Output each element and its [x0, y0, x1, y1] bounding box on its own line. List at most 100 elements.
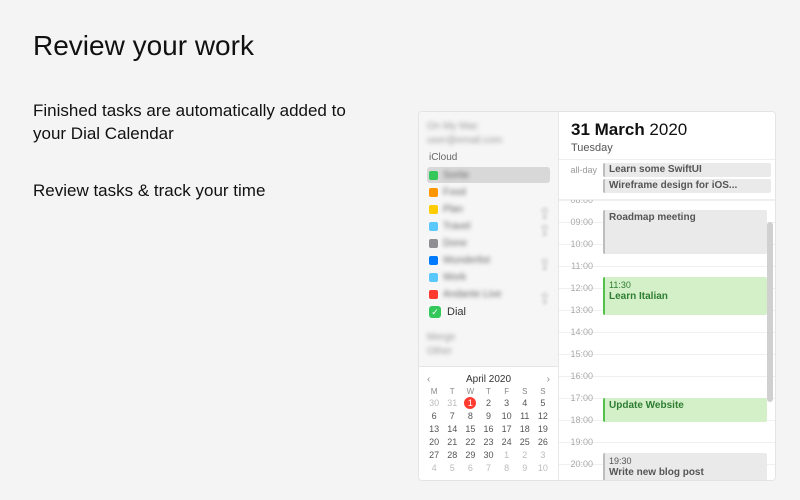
mini-day[interactable]: 20: [425, 436, 443, 448]
mini-day[interactable]: 28: [443, 449, 461, 461]
color-dot-icon: [429, 273, 438, 282]
mini-day[interactable]: 1: [498, 449, 516, 461]
mini-day[interactable]: 21: [443, 436, 461, 448]
allday-event[interactable]: Wireframe design for iOS...: [603, 179, 771, 193]
day-date: 31 March 2020: [571, 120, 765, 140]
mini-day[interactable]: 11: [516, 410, 534, 422]
sidebar-item-label: Sortie: [443, 170, 469, 181]
sidebar-item-label: Wunderlist: [443, 255, 490, 266]
allday-label: all-day: [563, 163, 603, 175]
mini-day[interactable]: 9: [479, 410, 497, 422]
calendar-event[interactable]: 19:30Write new blog post: [603, 453, 767, 480]
mini-day[interactable]: 23: [479, 436, 497, 448]
mini-day[interactable]: 3: [498, 397, 516, 409]
event-title: Update Website: [609, 400, 763, 412]
sidebar-item-dial[interactable]: ✓ Dial: [427, 303, 550, 321]
mini-day[interactable]: 13: [425, 423, 443, 435]
mini-day[interactable]: 31: [443, 397, 461, 409]
mini-day[interactable]: 19: [534, 423, 552, 435]
scrollbar[interactable]: [767, 222, 773, 402]
mini-day[interactable]: 6: [425, 410, 443, 422]
mini-day[interactable]: 1: [461, 397, 479, 409]
mini-day[interactable]: 6: [461, 462, 479, 474]
mini-day[interactable]: 9: [516, 462, 534, 474]
sidebar-item-label: Plan: [443, 204, 463, 215]
mini-day[interactable]: 2: [516, 449, 534, 461]
calendar-event[interactable]: Roadmap meeting: [603, 210, 767, 254]
allday-event[interactable]: Learn some SwiftUI: [603, 163, 771, 177]
mini-dow: T: [479, 387, 497, 396]
sidebar-item[interactable]: Plan⇪: [427, 201, 550, 217]
time-grid[interactable]: 08:0009:0010:0011:0012:0013:0014:0015:00…: [559, 200, 775, 480]
sidebar-blur-2: Other: [427, 346, 550, 357]
sidebar-item[interactable]: Travel ⇪: [427, 218, 550, 234]
mini-day[interactable]: 8: [461, 410, 479, 422]
mini-day[interactable]: 14: [443, 423, 461, 435]
prev-month-button[interactable]: ‹: [427, 374, 430, 385]
mini-dow: F: [498, 387, 516, 396]
next-month-button[interactable]: ›: [547, 374, 550, 385]
share-icon: ⇪: [538, 221, 548, 231]
mini-day[interactable]: 3: [534, 449, 552, 461]
mini-calendar[interactable]: ‹ April 2020 › MTWTFSS303112345678910111…: [419, 366, 558, 480]
mini-day[interactable]: 16: [479, 423, 497, 435]
sidebar-icloud-label: iCloud: [429, 152, 550, 163]
mini-day[interactable]: 12: [534, 410, 552, 422]
mini-day[interactable]: 24: [498, 436, 516, 448]
sidebar-account-blur: user@email.com: [427, 135, 550, 146]
hour-label: 16:00: [559, 371, 599, 381]
day-of-week: Tuesday: [571, 142, 765, 154]
calendar-event[interactable]: 11:30Learn Italian: [603, 277, 767, 315]
event-time: 19:30: [609, 455, 763, 467]
share-icon: ⇪: [538, 255, 548, 265]
caption-2: Review tasks & track your time: [33, 180, 363, 203]
hour-label: 13:00: [559, 305, 599, 315]
mini-day[interactable]: 8: [498, 462, 516, 474]
sidebar: On My Mac user@email.com iCloud SortieFo…: [419, 112, 559, 480]
mini-day[interactable]: 5: [443, 462, 461, 474]
sidebar-item[interactable]: Work: [427, 269, 550, 285]
mini-day[interactable]: 26: [534, 436, 552, 448]
mini-day[interactable]: 7: [479, 462, 497, 474]
mini-day[interactable]: 25: [516, 436, 534, 448]
mini-day[interactable]: 22: [461, 436, 479, 448]
mini-day[interactable]: 29: [461, 449, 479, 461]
sidebar-item[interactable]: Wunderlist ⇪: [427, 252, 550, 268]
mini-day[interactable]: 30: [479, 449, 497, 461]
color-dot-icon: [429, 188, 438, 197]
mini-day[interactable]: 5: [534, 397, 552, 409]
mini-dow: T: [443, 387, 461, 396]
event-title: Learn Italian: [609, 291, 763, 303]
color-dot-icon: [429, 205, 438, 214]
sidebar-item[interactable]: Food: [427, 184, 550, 200]
mini-day[interactable]: 17: [498, 423, 516, 435]
sidebar-item-label: Food: [443, 187, 466, 198]
mini-day[interactable]: 27: [425, 449, 443, 461]
mini-dow: W: [461, 387, 479, 396]
share-icon: ⇪: [538, 289, 548, 299]
mini-day[interactable]: 15: [461, 423, 479, 435]
mini-day[interactable]: 2: [479, 397, 497, 409]
hour-label: 18:00: [559, 415, 599, 425]
calendar-app-screenshot: On My Mac user@email.com iCloud SortieFo…: [418, 111, 776, 481]
mini-day[interactable]: 10: [534, 462, 552, 474]
mini-day[interactable]: 4: [516, 397, 534, 409]
hour-label: 17:00: [559, 393, 599, 403]
hour-label: 08:00: [559, 200, 599, 205]
mini-day[interactable]: 4: [425, 462, 443, 474]
color-dot-icon: [429, 171, 438, 180]
color-dot-icon: [429, 222, 438, 231]
sidebar-dial-label: Dial: [447, 306, 466, 318]
sidebar-item[interactable]: Done: [427, 235, 550, 251]
mini-day[interactable]: 7: [443, 410, 461, 422]
mini-day[interactable]: 10: [498, 410, 516, 422]
event-time: 11:30: [609, 279, 763, 291]
sidebar-item-label: Travel: [443, 221, 470, 232]
calendar-event[interactable]: Update Website: [603, 398, 767, 422]
checkbox-checked-icon[interactable]: ✓: [429, 306, 441, 318]
hour-label: 12:00: [559, 283, 599, 293]
mini-day[interactable]: 18: [516, 423, 534, 435]
sidebar-item[interactable]: Sortie: [427, 167, 550, 183]
mini-day[interactable]: 30: [425, 397, 443, 409]
sidebar-item[interactable]: Andante Live⇪: [427, 286, 550, 302]
